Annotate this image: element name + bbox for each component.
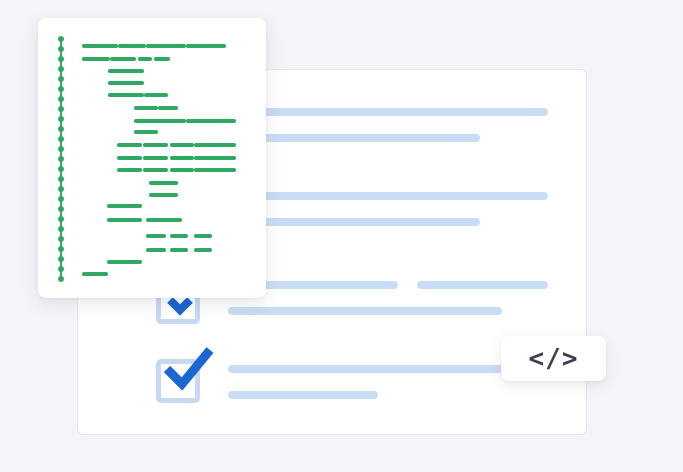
code-gutter-dot bbox=[58, 226, 64, 232]
code-gutter-dot bbox=[58, 186, 64, 192]
text-placeholder-line bbox=[228, 307, 502, 315]
code-gutter-dot bbox=[58, 266, 64, 272]
code-snippet-card bbox=[38, 18, 266, 298]
code-gutter-dot bbox=[58, 86, 64, 92]
text-placeholder-line bbox=[228, 391, 378, 399]
code-gutter-dot bbox=[58, 276, 64, 282]
code-gutter-dot bbox=[58, 126, 64, 132]
code-gutter-dot bbox=[58, 256, 64, 262]
code-gutter-dot bbox=[58, 166, 64, 172]
checkmark-icon bbox=[163, 347, 214, 391]
code-gutter-dot bbox=[58, 96, 64, 102]
text-placeholder-line bbox=[228, 108, 548, 116]
code-gutter-dot bbox=[58, 66, 64, 72]
code-gutter-dot bbox=[58, 196, 64, 202]
code-gutter-dot bbox=[58, 236, 64, 242]
code-gutter-dot bbox=[58, 76, 64, 82]
code-gutter-dot bbox=[58, 136, 64, 142]
code-gutter-dot bbox=[58, 106, 64, 112]
code-gutter-dot bbox=[58, 216, 64, 222]
code-gutter-dot bbox=[58, 116, 64, 122]
text-placeholder-line bbox=[417, 281, 548, 289]
code-gutter-dot bbox=[58, 46, 64, 52]
code-gutter-dot bbox=[58, 156, 64, 162]
code-badge[interactable]: </> bbox=[501, 336, 606, 381]
text-placeholder-line bbox=[228, 365, 548, 373]
code-gutter-dot bbox=[58, 176, 64, 182]
code-gutter-dot bbox=[58, 146, 64, 152]
code-gutter-dot bbox=[58, 246, 64, 252]
code-gutter-dot bbox=[58, 56, 64, 62]
code-gutter-dot bbox=[58, 36, 64, 42]
text-placeholder-line bbox=[228, 192, 548, 200]
code-brackets-icon: </> bbox=[528, 343, 579, 374]
code-lines-graphic bbox=[58, 36, 236, 282]
code-gutter-dot bbox=[58, 206, 64, 212]
